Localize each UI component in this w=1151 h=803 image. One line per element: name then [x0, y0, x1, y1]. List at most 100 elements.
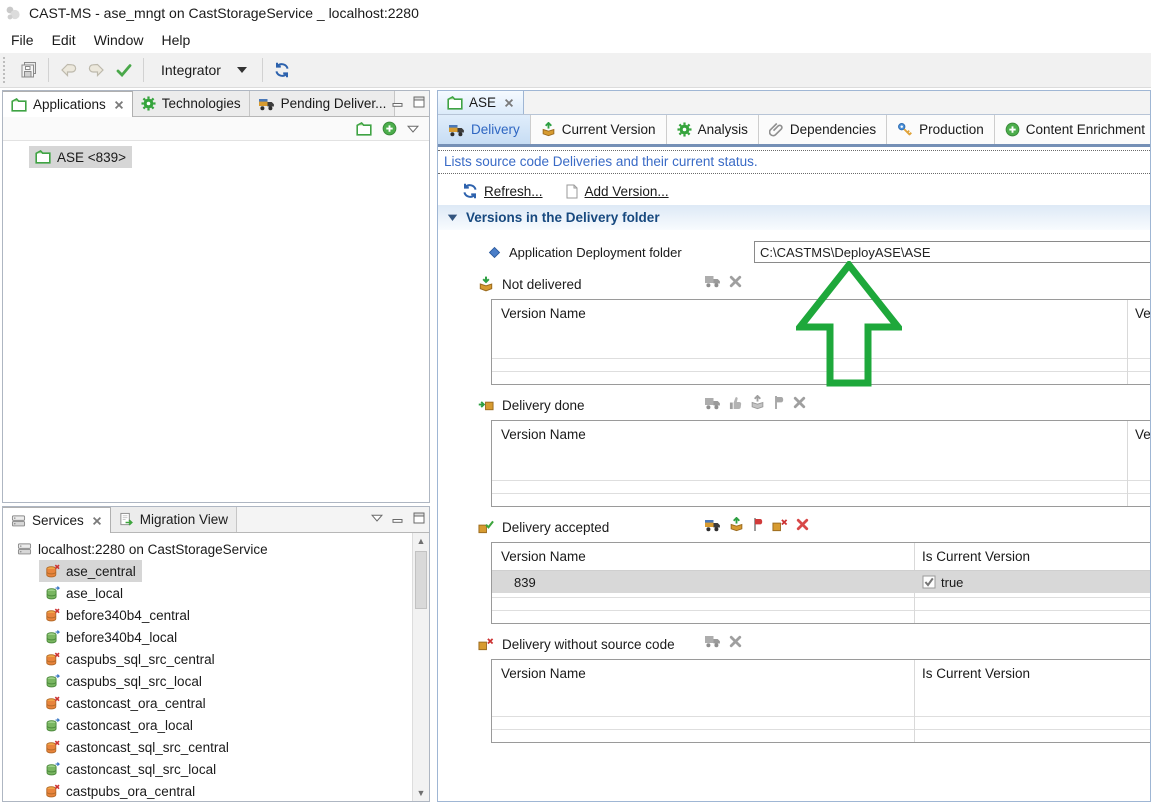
- thumb-gray-icon[interactable]: [729, 396, 742, 410]
- checkbox-checked-icon[interactable]: [922, 575, 936, 589]
- group-not-delivered: Not deliveredVersion NameVers: [438, 273, 1150, 385]
- view-menu-icon[interactable]: [371, 514, 383, 522]
- minimize-icon[interactable]: [392, 513, 404, 524]
- tab-pending-deliver[interactable]: Pending Deliver...: [250, 91, 396, 116]
- save-all-button[interactable]: [15, 57, 43, 83]
- check-icon: [116, 64, 132, 77]
- minimize-icon[interactable]: [392, 97, 404, 108]
- refresh-button[interactable]: [268, 57, 296, 83]
- toolbar-separator: [143, 58, 144, 82]
- group-title: Not delivered: [502, 277, 582, 292]
- tab-technologies[interactable]: Technologies: [133, 91, 250, 116]
- tree-item-label: ASE <839>: [57, 150, 126, 165]
- boxup-icon[interactable]: [729, 517, 744, 532]
- tree-item-castoncast-ora-central[interactable]: castoncast_ora_central: [39, 692, 212, 714]
- folder-icon: [35, 150, 51, 164]
- menu-window[interactable]: Window: [85, 28, 153, 52]
- tree-item-localhost-2280-on-caststorageservice[interactable]: localhost:2280 on CastStorageService: [11, 538, 274, 560]
- section-title: Versions in the Delivery folder: [466, 210, 660, 225]
- form-tab-analysis[interactable]: Analysis: [667, 115, 759, 144]
- tree-item-ase-central[interactable]: ase_central: [39, 560, 142, 582]
- collapse-icon[interactable]: [447, 213, 458, 222]
- truck-gray-icon[interactable]: [704, 274, 721, 288]
- form-tab-current-version[interactable]: Current Version: [531, 115, 667, 144]
- deployment-folder-input[interactable]: [754, 241, 1151, 263]
- form-tab-delivery[interactable]: Delivery: [438, 115, 531, 144]
- keys-icon: [897, 122, 913, 137]
- scrollbar-thumb[interactable]: [415, 551, 427, 609]
- truck-icon[interactable]: [704, 518, 721, 532]
- tab-migration-view[interactable]: Migration View: [111, 507, 237, 532]
- flag-red-icon[interactable]: [752, 517, 764, 532]
- editor-tab-ase[interactable]: ASE: [438, 91, 524, 114]
- flag-gray-icon[interactable]: [773, 395, 785, 410]
- action-refresh[interactable]: Refresh...: [462, 183, 543, 199]
- tree-item-castoncast-sql-src-central[interactable]: castoncast_sql_src_central: [39, 736, 235, 758]
- tree-item-before340b4-local[interactable]: before340b4_local: [39, 626, 183, 648]
- back-button[interactable]: [54, 57, 82, 83]
- group-title: Delivery accepted: [502, 520, 609, 535]
- forward-button[interactable]: [82, 57, 110, 83]
- toolbar-drag-handle[interactable]: [3, 57, 10, 83]
- tree-item-castpubs-ora-central[interactable]: castpubs_ora_central: [39, 780, 201, 802]
- action-add-version[interactable]: Add Version...: [565, 184, 669, 199]
- db-central-icon: [45, 608, 60, 623]
- view-menu-icon[interactable]: [407, 125, 419, 133]
- menu-help[interactable]: Help: [152, 28, 199, 52]
- new-application-icon[interactable]: [356, 122, 372, 136]
- truck-gray-icon[interactable]: [704, 634, 721, 648]
- form-tab-dependencies[interactable]: Dependencies: [759, 115, 887, 144]
- box-x-icon: [478, 637, 494, 651]
- back-arrow-icon: [60, 63, 77, 77]
- validate-button[interactable]: [110, 57, 138, 83]
- add-icon[interactable]: [382, 121, 397, 136]
- profile-value: Integrator: [161, 62, 221, 78]
- tree-item-castoncast-sql-src-local[interactable]: castoncast_sql_src_local: [39, 758, 222, 780]
- services-scrollbar[interactable]: ▲ ▼: [412, 533, 429, 801]
- tree-item-caspubs-sql-src-local[interactable]: caspubs_sql_src_local: [39, 670, 208, 692]
- window-title: CAST-MS - ase_mngt on CastStorageService…: [29, 5, 419, 21]
- box-x-icon[interactable]: [772, 518, 788, 532]
- x-gray-icon[interactable]: [729, 275, 742, 288]
- column-is-current: Is Current Version: [922, 666, 1030, 681]
- tree-item-label: castoncast_sql_src_central: [66, 740, 229, 755]
- tab-label: Pending Deliver...: [281, 96, 387, 111]
- close-icon[interactable]: [504, 98, 514, 108]
- server-icon: [17, 542, 32, 556]
- form-tab-production[interactable]: Production: [887, 115, 995, 144]
- tree-item-castoncast-ora-local[interactable]: castoncast_ora_local: [39, 714, 199, 736]
- boxup-gray-icon[interactable]: [750, 395, 765, 410]
- tab-label: Services: [32, 513, 84, 528]
- x-red-icon[interactable]: [796, 518, 809, 531]
- main-toolbar: Integrator: [0, 53, 1151, 88]
- scroll-up-icon[interactable]: ▲: [413, 533, 429, 549]
- db-central-icon: [45, 784, 60, 799]
- profile-dropdown[interactable]: Integrator: [149, 59, 257, 81]
- x-gray-icon[interactable]: [729, 635, 742, 648]
- db-local-icon: [45, 586, 60, 601]
- close-icon[interactable]: [92, 516, 102, 526]
- tree-item-ase-839[interactable]: ASE <839>: [29, 146, 132, 168]
- table-row[interactable]: 839true: [492, 570, 1151, 593]
- x-gray-icon[interactable]: [793, 396, 806, 409]
- form-tab-content-enrichment[interactable]: Content Enrichment: [995, 115, 1150, 144]
- group-delivery-accepted: Delivery acceptedVersion NameIs Current …: [438, 516, 1150, 624]
- scroll-down-icon[interactable]: ▼: [413, 785, 429, 801]
- maximize-icon[interactable]: [413, 512, 425, 524]
- tree-item-before340b4-central[interactable]: before340b4_central: [39, 604, 196, 626]
- refresh-icon: [274, 62, 290, 78]
- tree-item-label: ase_local: [66, 586, 123, 601]
- menu-file[interactable]: File: [2, 28, 43, 52]
- tree-item-caspubs-sql-src-central[interactable]: caspubs_sql_src_central: [39, 648, 221, 670]
- tree-item-ase-local[interactable]: ase_local: [39, 582, 129, 604]
- maximize-icon[interactable]: [413, 96, 425, 108]
- menu-edit[interactable]: Edit: [43, 28, 85, 52]
- close-icon[interactable]: [114, 100, 124, 110]
- truck-gray-icon[interactable]: [704, 396, 721, 410]
- tab-services[interactable]: Services: [3, 507, 111, 533]
- tab-applications[interactable]: Applications: [3, 91, 133, 117]
- db-local-icon: [45, 718, 60, 733]
- section-header[interactable]: Versions in the Delivery folder: [438, 205, 1150, 230]
- is-current-cell: true: [922, 575, 963, 590]
- column-version-name: Version Name: [492, 549, 586, 564]
